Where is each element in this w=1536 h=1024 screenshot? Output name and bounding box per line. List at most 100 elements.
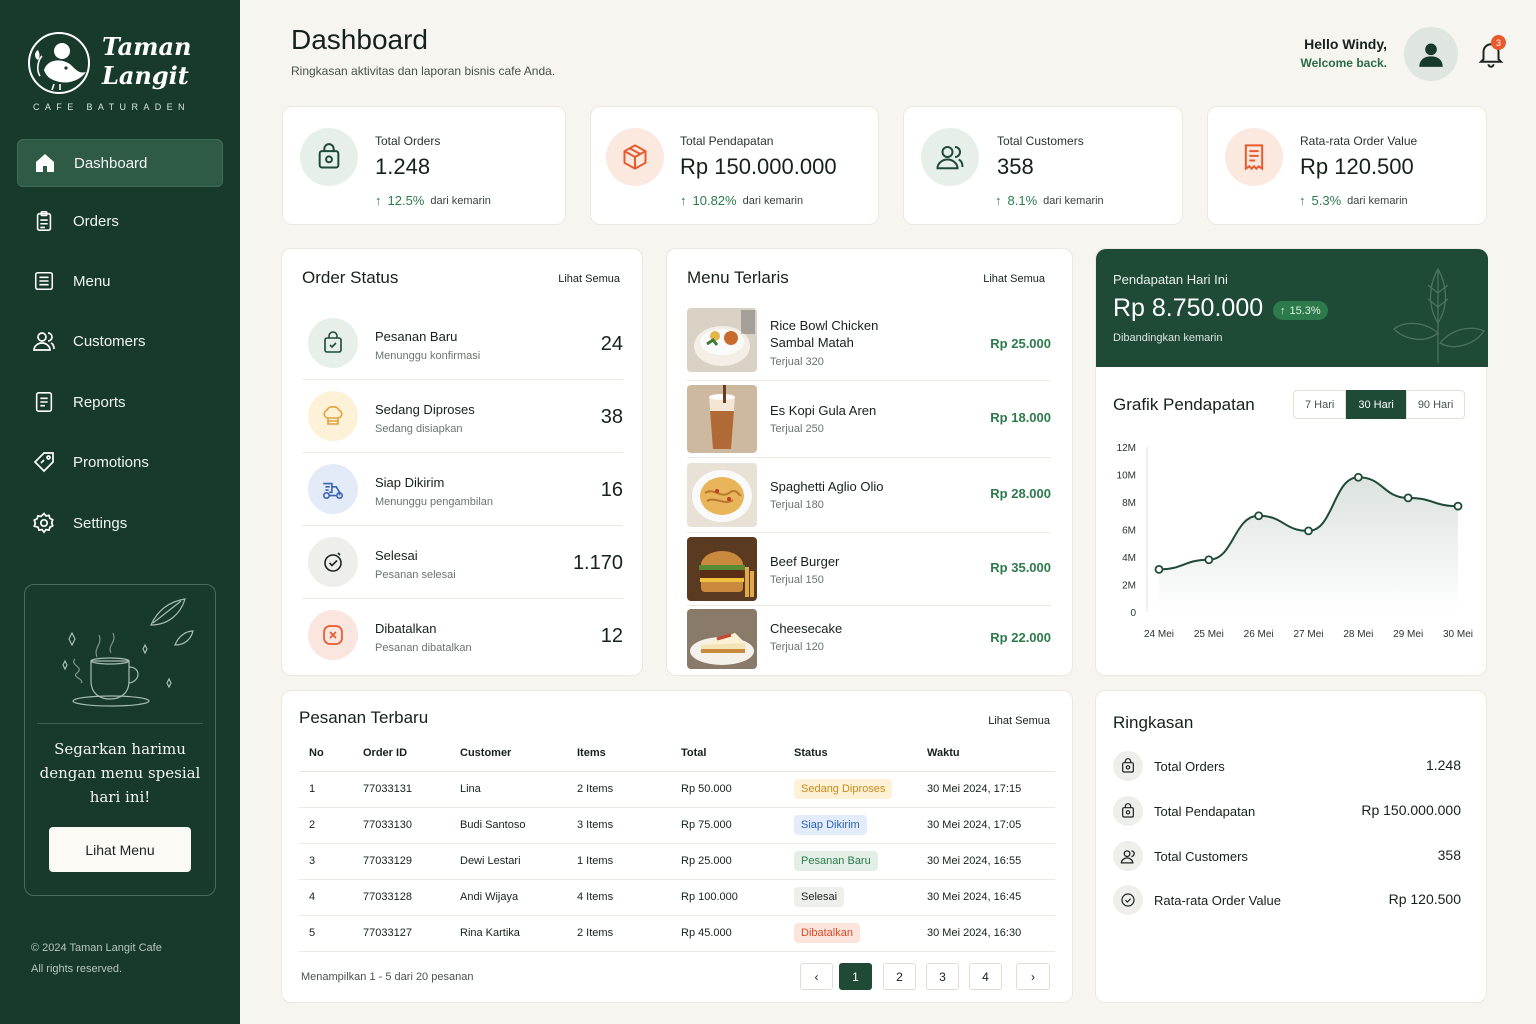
see-all-link[interactable]: Lihat Semua: [983, 273, 1045, 285]
x-tick-label: 27 Mei: [1293, 629, 1323, 639]
top-menu-item[interactable]: Beef Burger Terjual 150 Rp 35.000: [687, 533, 1051, 606]
page-title: Dashboard: [291, 24, 428, 55]
chart-range-tabs: 7 Hari 30 Hari 90 Hari: [1293, 390, 1466, 419]
order-status-item[interactable]: Selesai Pesanan selesai 1.170: [302, 526, 623, 599]
top-menu-item[interactable]: Cheesecake Terjual 120 Rp 22.000: [687, 606, 1051, 672]
section-title: Menu Terlaris: [687, 268, 789, 287]
coffee-cup-illustration-icon: [62, 598, 194, 707]
order-status-item[interactable]: Siap Dikirim Menunggu pengambilan 16: [302, 453, 623, 526]
tab-90-days[interactable]: 90 Hari: [1405, 390, 1466, 419]
sidebar-item-customers[interactable]: Customers: [17, 317, 223, 365]
sidebar-item-reports[interactable]: Reports: [17, 378, 223, 426]
stat-value: Rp 150.000.000: [680, 154, 837, 179]
x-tick-label: 24 Mei: [1144, 629, 1174, 639]
cell-order-id: 77033130: [363, 807, 460, 844]
order-status-name: Sedang Diproses: [375, 402, 475, 417]
sidebar-item-settings[interactable]: Settings: [17, 499, 223, 547]
tab-7-days[interactable]: 7 Hari: [1293, 390, 1347, 419]
cell-total: Rp 50.000: [681, 771, 794, 808]
cell-total: Rp 75.000: [681, 807, 794, 844]
column-header: Customer: [460, 736, 577, 772]
shopping-bag-icon: [1113, 751, 1143, 781]
status-badge: Siap Dikirim: [794, 815, 867, 835]
top-menu-name: Beef Burger: [770, 554, 840, 569]
stat-change-value: 5.3%: [1311, 193, 1342, 208]
cell-status: Siap Dikirim: [794, 807, 927, 844]
pagination-page-3[interactable]: 3: [926, 963, 959, 990]
pagination-page-1[interactable]: 1: [839, 963, 872, 990]
stat-change: ↑ 10.82% dari kemarin: [680, 193, 803, 208]
cell-order-id: 77033129: [363, 843, 460, 880]
section-title: Ringkasan: [1113, 713, 1194, 732]
order-status-card: Order Status Lihat Semua Pesanan Baru Me…: [281, 248, 643, 676]
burger-image-icon: [687, 537, 757, 601]
cell-order-id: 77033131: [363, 771, 460, 808]
top-menu-sold: Terjual 250: [770, 423, 824, 435]
top-menu-name: Cheesecake: [770, 621, 843, 636]
check-circle-icon: [308, 537, 358, 587]
top-menu-price: Rp 28.000: [990, 486, 1051, 501]
see-all-link[interactable]: Lihat Semua: [558, 273, 620, 285]
top-menu-sold: Terjual 150: [770, 574, 824, 586]
order-status-count: 38: [600, 406, 623, 428]
cell-customer: Budi Santoso: [460, 807, 577, 844]
stat-change-note: dari kemarin: [1347, 194, 1408, 207]
section-title: Pesanan Terbaru: [299, 708, 429, 727]
top-menu-item[interactable]: Es Kopi Gula Aren Terjual 250 Rp 18.000: [687, 381, 1051, 458]
column-header: No: [299, 736, 363, 772]
revenue-data-point: [1353, 472, 1363, 482]
order-status-item[interactable]: Sedang Diproses Sedang disiapkan 38: [302, 380, 623, 453]
pagination-next-button[interactable]: ›: [1016, 963, 1050, 990]
y-tick-label: 0: [1130, 608, 1136, 619]
stat-change: ↑ 12.5% dari kemarin: [375, 193, 491, 208]
summary-item: Rata-rata Order Value Rp 120.500: [1113, 885, 1461, 917]
sidebar-item-label: Promotions: [73, 453, 149, 471]
gear-icon: [32, 511, 56, 535]
top-menu-item[interactable]: Rice Bowl Chicken Sambal Matah Terjual 32…: [687, 307, 1051, 381]
chart-title: Grafik Pendapatan: [1113, 395, 1255, 414]
brand-logo[interactable]: Taman Langit CAFE BATURADEN: [26, 28, 226, 118]
order-status-count: 12: [600, 625, 623, 647]
sidebar-item-menu[interactable]: Menu: [17, 257, 223, 305]
cell-no: 5: [299, 915, 363, 952]
sidebar: Taman Langit CAFE BATURADEN Dashboard Or…: [0, 0, 240, 1024]
view-menu-button[interactable]: Lihat Menu: [49, 827, 191, 872]
top-menu-sold: Terjual 180: [770, 499, 824, 511]
table-row[interactable]: 4 77033128 Andi Wijaya 4 Items Rp 100.00…: [299, 879, 1055, 916]
table-row[interactable]: 1 77033131 Lina 2 Items Rp 50.000 Sedang…: [299, 771, 1055, 808]
receipt-icon: [1225, 128, 1283, 186]
tab-30-days[interactable]: 30 Hari: [1346, 390, 1406, 419]
order-status-sub: Menunggu pengambilan: [375, 496, 494, 508]
status-badge: Sedang Diproses: [794, 779, 893, 799]
cell-time: 30 Mei 2024, 16:55: [927, 843, 1055, 880]
order-status-name: Selesai: [375, 548, 418, 563]
promo-text: Segarkan harimu dengan menu spesial hari…: [33, 737, 207, 809]
table-row[interactable]: 3 77033129 Dewi Lestari 1 Items Rp 25.00…: [299, 843, 1055, 880]
top-menu-item[interactable]: Spaghetti Aglio Olio Terjual 180 Rp 28.0…: [687, 458, 1051, 533]
column-header: Total: [681, 736, 794, 772]
pagination-prev-button[interactable]: ‹: [800, 963, 833, 990]
order-status-item[interactable]: Dibatalkan Pesanan dibatalkan 12: [302, 599, 623, 672]
today-revenue-value: Rp 8.750.000: [1113, 294, 1264, 322]
order-status-item[interactable]: Pesanan Baru Menunggu konfirmasi 24: [302, 307, 623, 380]
see-all-link[interactable]: Lihat Semua: [988, 715, 1050, 727]
cell-no: 2: [299, 807, 363, 844]
cell-time: 30 Mei 2024, 17:05: [927, 807, 1055, 844]
copyright: © 2024 Taman Langit Cafe All rights rese…: [31, 938, 162, 980]
sidebar-item-dashboard[interactable]: Dashboard: [17, 139, 223, 187]
arrow-up-icon: ↑: [1280, 304, 1286, 317]
today-revenue-label: Pendapatan Hari Ini: [1113, 272, 1228, 287]
table-row[interactable]: 5 77033127 Rina Kartika 2 Items Rp 45.00…: [299, 915, 1055, 952]
summary-value: 1.248: [1425, 757, 1461, 773]
stat-change: ↑ 5.3% dari kemarin: [1299, 193, 1408, 208]
pagination-page-4[interactable]: 4: [969, 963, 1002, 990]
sidebar-item-promotions[interactable]: Promotions: [17, 438, 223, 486]
stat-change-note: dari kemarin: [430, 194, 491, 207]
order-status-name: Dibatalkan: [375, 621, 437, 636]
pagination-page-2[interactable]: 2: [883, 963, 916, 990]
avatar[interactable]: [1404, 27, 1458, 81]
shopping-bag-icon: [300, 128, 358, 186]
pagination-info: Menampilkan 1 - 5 dari 20 pesanan: [301, 971, 474, 983]
sidebar-item-orders[interactable]: Orders: [17, 197, 223, 245]
table-row[interactable]: 2 77033130 Budi Santoso 3 Items Rp 75.00…: [299, 807, 1055, 844]
